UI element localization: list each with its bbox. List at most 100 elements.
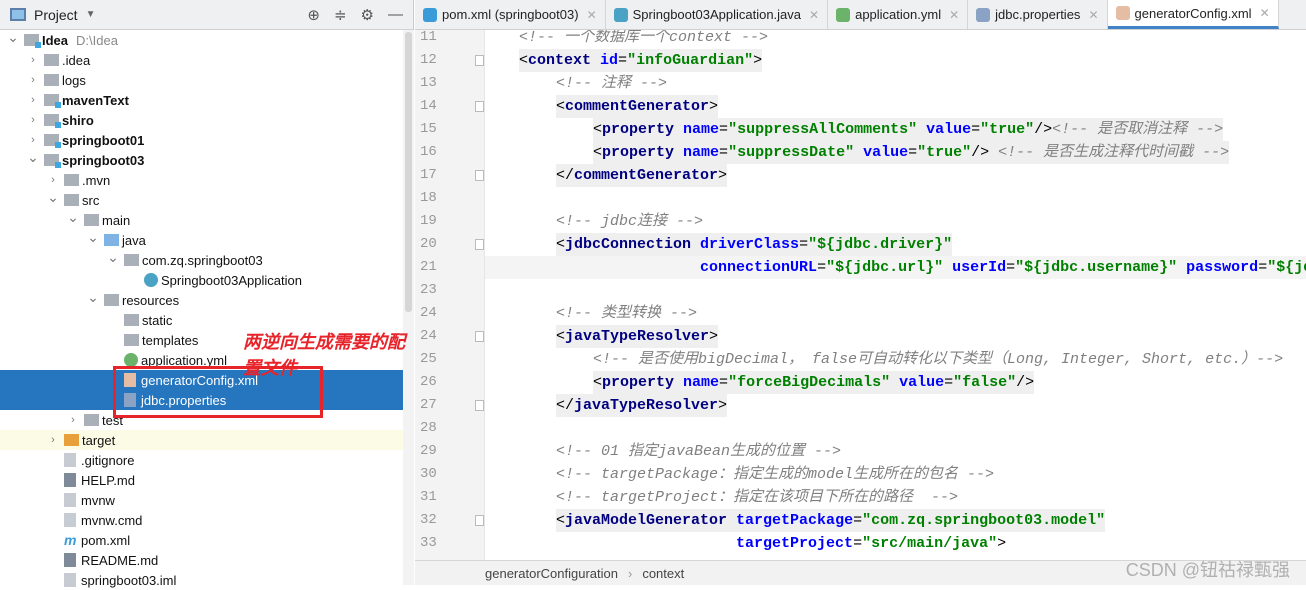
collapse-icon[interactable]: ≑ (334, 6, 347, 24)
chevron-down-icon[interactable]: ⌄ (86, 289, 100, 306)
tree-item[interactable]: › target (0, 430, 403, 450)
tree-item[interactable]: mvnw.cmd (0, 510, 403, 530)
line-number: 11 (420, 29, 437, 45)
tree-item[interactable]: springboot03.iml (0, 570, 403, 590)
tree-item-label: static (142, 312, 173, 328)
code-token: property (602, 121, 684, 138)
tab-prop[interactable]: jdbc.properties ✕ (968, 0, 1108, 29)
tree-item[interactable]: › .mvn (0, 170, 403, 190)
project-panel: Project ▼ ⊕ ≑ ⚙ — ⌄ Idea D:\Idea › .idea › log… (0, 0, 414, 588)
code-token: <!-- targetProject：指定在该项目下所在的路径 --> (556, 489, 959, 506)
chevron-right-icon[interactable]: › (26, 54, 40, 66)
tree-item[interactable]: .gitignore (0, 450, 403, 470)
tree-item-label: Idea (42, 32, 69, 48)
tree-item[interactable]: › mavenText (0, 90, 403, 110)
line-number: 28 (420, 420, 437, 436)
tree-item[interactable]: ⌄ Idea D:\Idea (0, 29, 403, 50)
tree-item[interactable]: ⌄ springboot03 (0, 149, 403, 170)
tree-item[interactable]: ⌄ src (0, 189, 403, 210)
code-token: name (683, 144, 720, 161)
chevron-right-icon[interactable]: › (26, 114, 40, 126)
code-token: name (683, 374, 720, 391)
code-token: password (1186, 259, 1259, 276)
tree-item[interactable]: › springboot01 (0, 130, 403, 150)
fold-marker-icon[interactable] (475, 331, 484, 342)
chevron-right-icon[interactable]: › (26, 134, 40, 146)
tree-item[interactable]: ⌄ java (0, 229, 403, 250)
tree-item[interactable]: static (0, 310, 403, 330)
chevron-down-icon[interactable]: ⌄ (66, 209, 80, 226)
chevron-down-icon[interactable]: ⌄ (86, 229, 100, 246)
tab-maven[interactable]: pom.xml (springboot03) ✕ (415, 0, 606, 29)
folder-icon (84, 214, 99, 226)
code-line: <!-- targetProject：指定在该项目下所在的路径 --> (485, 486, 1306, 509)
tree-item[interactable]: m pom.xml (0, 530, 403, 550)
code-token: value (863, 144, 909, 161)
locate-icon[interactable]: ⊕ (307, 6, 320, 24)
tab-java[interactable]: Springboot03Application.java ✕ (606, 0, 829, 29)
code-token: <!-- 注释 --> (556, 75, 668, 92)
tab-yml[interactable]: application.yml ✕ (828, 0, 969, 29)
close-icon[interactable]: ✕ (587, 8, 597, 22)
editor-tabs: pom.xml (springboot03) ✕ Springboot03Appli… (415, 0, 1306, 30)
code-token: = (719, 374, 729, 391)
tree-item-label: mavenText (62, 92, 129, 108)
tree-item[interactable]: HELP.md (0, 470, 403, 490)
chevron-right-icon[interactable]: › (26, 94, 40, 106)
fold-marker-icon[interactable] (475, 515, 484, 526)
chevron-right-icon[interactable]: › (46, 174, 60, 186)
tree-item[interactable]: › shiro (0, 110, 403, 130)
tab-label: Springboot03Application.java (632, 7, 802, 22)
close-icon[interactable]: ✕ (809, 8, 819, 22)
chevron-right-icon[interactable]: › (46, 434, 60, 446)
chevron-down-icon[interactable]: ⌄ (26, 149, 40, 166)
fold-marker-icon[interactable] (475, 55, 484, 66)
md-icon (64, 473, 76, 487)
fold-marker-icon[interactable] (475, 239, 484, 250)
fold-marker-icon[interactable] (475, 170, 484, 181)
close-icon[interactable]: ✕ (949, 8, 959, 22)
folder-icon (44, 74, 59, 86)
code-line-content: <commentGenerator> (556, 95, 719, 118)
tree-item[interactable]: mvnw (0, 490, 403, 510)
tree-item[interactable]: › logs (0, 70, 403, 90)
chevron-down-icon[interactable]: ⌄ (106, 249, 120, 266)
close-icon[interactable]: ✕ (1260, 6, 1270, 20)
code-line: <property name="forceBigDecimals" value=… (485, 371, 1306, 394)
gear-icon[interactable]: ⚙ (361, 6, 374, 24)
project-toolbar: Project ▼ ⊕ ≑ ⚙ — (0, 0, 413, 30)
chevron-down-icon[interactable]: ⌄ (46, 189, 60, 206)
tree-item[interactable]: README.md (0, 550, 403, 570)
tree-item-label: HELP.md (81, 472, 135, 488)
project-view-selector[interactable]: Project (34, 7, 78, 23)
tree-item[interactable]: ⌄ resources (0, 289, 403, 310)
tab-label: jdbc.properties (995, 7, 1081, 22)
code-line: <javaTypeResolver> (485, 325, 1306, 348)
tab-label: pom.xml (springboot03) (442, 7, 579, 22)
code-token: javaModelGenerator (565, 512, 737, 529)
chevron-right-icon[interactable]: › (66, 414, 80, 426)
tree-item[interactable]: Springboot03Application (0, 270, 403, 290)
module-icon (44, 154, 61, 168)
chevron-right-icon[interactable]: › (26, 74, 40, 86)
code-line-content: <javaTypeResolver> (556, 325, 719, 348)
fold-marker-icon[interactable] (475, 400, 484, 411)
fold-marker-icon[interactable] (475, 101, 484, 112)
chevron-down-icon[interactable]: ⌄ (6, 29, 20, 46)
tree-item[interactable]: › .idea (0, 50, 403, 70)
chevron-down-icon[interactable]: ▼ (86, 9, 96, 20)
tree-item[interactable]: ⌄ com.zq.springboot03 (0, 249, 403, 270)
tree-item[interactable]: ⌄ main (0, 209, 403, 230)
breadcrumb-item[interactable]: context (642, 566, 684, 581)
code-token: "forceBigDecimals" (728, 374, 900, 391)
close-icon[interactable]: ✕ (1088, 8, 1098, 22)
code-token: </ (556, 397, 575, 414)
code-editor[interactable]: <!-- 一个数据库一个context --> <context id="info… (485, 30, 1306, 560)
minimize-icon[interactable]: — (388, 6, 403, 24)
tree-scrollbar[interactable] (403, 30, 414, 585)
breadcrumb-item[interactable]: generatorConfiguration (485, 566, 618, 581)
tab-xml[interactable]: generatorConfig.xml ✕ (1107, 0, 1279, 29)
